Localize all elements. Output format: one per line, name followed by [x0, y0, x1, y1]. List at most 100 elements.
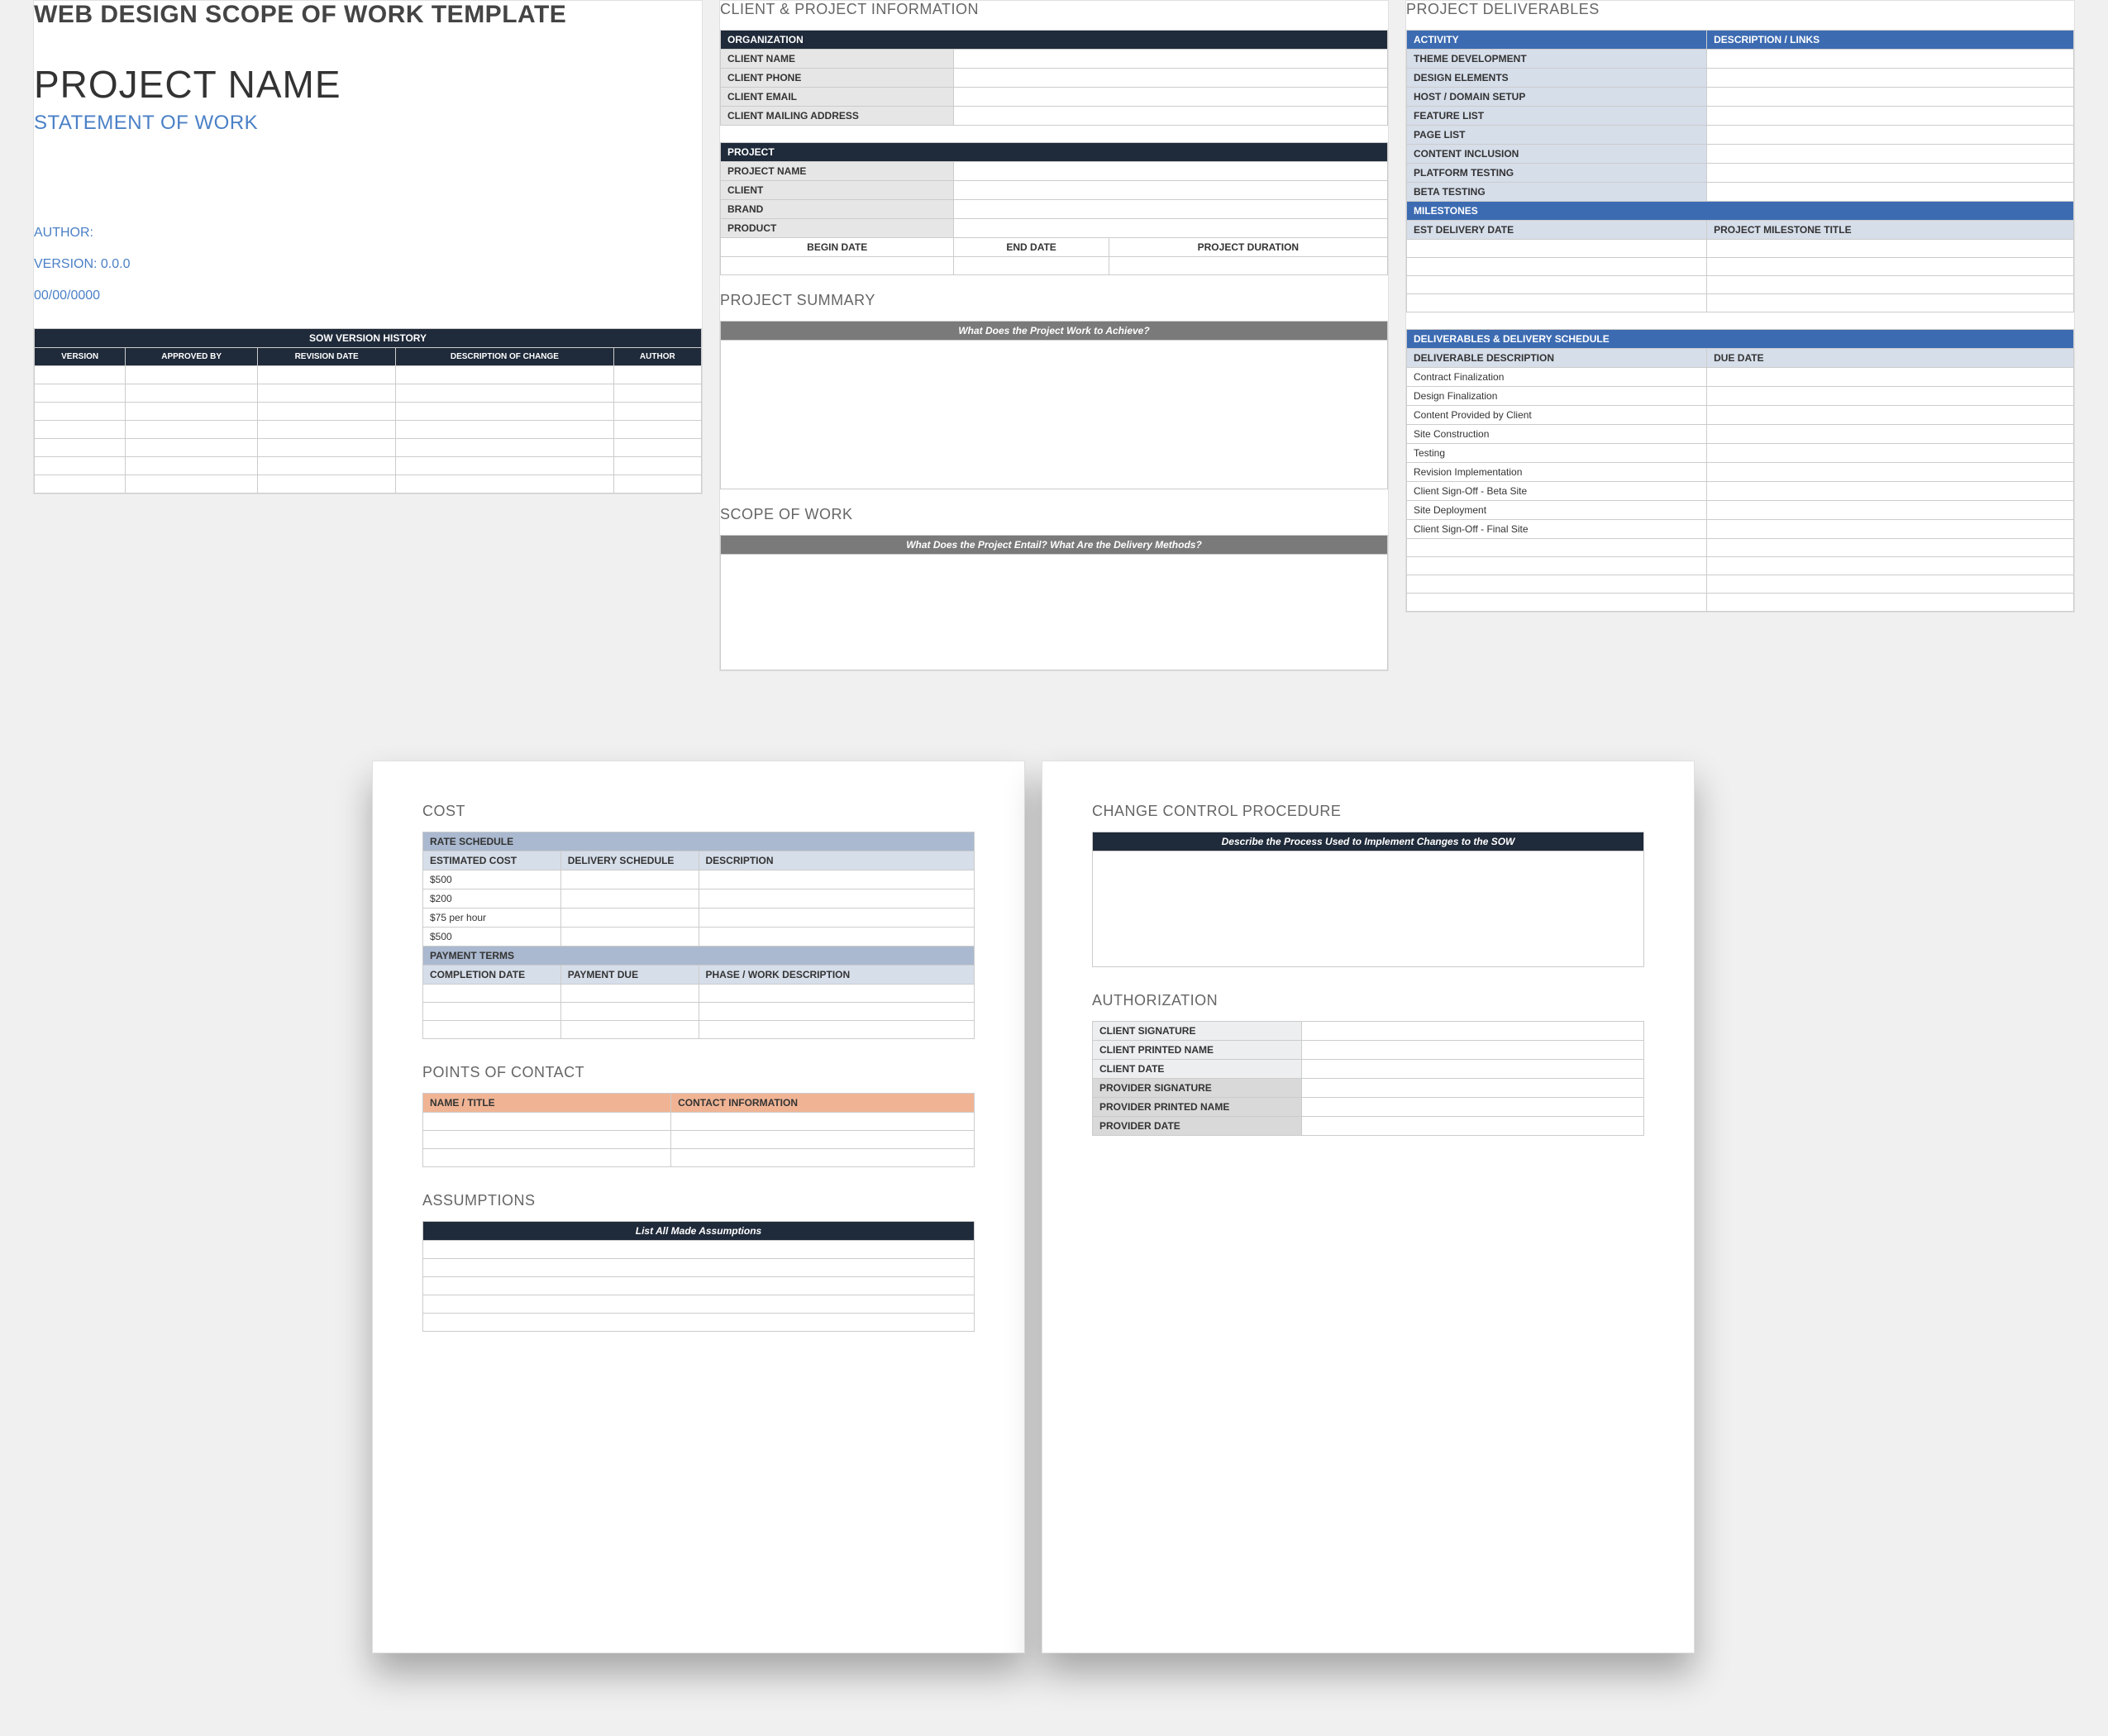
table-row [423, 1113, 975, 1131]
proj-label-0: PROJECT NAME [721, 162, 954, 181]
schedule-row-0: Contract Finalization [1407, 368, 1707, 387]
table-row [721, 341, 1388, 489]
table-row: Client Sign-Off - Final Site [1407, 520, 2074, 539]
table-row: PLATFORM TESTING [1407, 164, 2074, 183]
table-row [423, 1149, 975, 1167]
cost-title: COST [422, 803, 975, 820]
table-row [1407, 539, 2074, 557]
page-4-cost: COST RATE SCHEDULE ESTIMATED COST DELIVE… [372, 761, 1025, 1653]
table-row [1407, 557, 2074, 575]
client-section-title: CLIENT & PROJECT INFORMATION [720, 1, 1388, 18]
auth-label-3: PROVIDER SIGNATURE [1093, 1079, 1302, 1098]
table-row [423, 1259, 975, 1277]
table-row: $500 [423, 928, 975, 947]
schedule-row-3: Site Construction [1407, 425, 1707, 444]
milestone-col-1: PROJECT MILESTONE TITLE [1707, 221, 2074, 240]
contacts-col-0: NAME / TITLE [423, 1094, 671, 1113]
history-col-4: AUTHOR [613, 348, 701, 366]
table-row: CLIENT NAME [721, 50, 1388, 69]
activity-col-1: DESCRIPTION / LINKS [1707, 31, 2074, 50]
rate-row-2: $75 per hour [423, 909, 561, 928]
schedule-col-0: DELIVERABLE DESCRIPTION [1407, 349, 1707, 368]
rate-col-1: DELIVERY SCHEDULE [560, 851, 699, 870]
activity-7: BETA TESTING [1407, 183, 1707, 202]
table-row: Design Finalization [1407, 387, 2074, 406]
deliverables-title: PROJECT DELIVERABLES [1406, 1, 2074, 18]
assumptions-hdr: List All Made Assumptions [423, 1222, 975, 1241]
history-title: SOW VERSION HISTORY [35, 329, 702, 348]
table-row [423, 1277, 975, 1295]
activity-6: PLATFORM TESTING [1407, 164, 1707, 183]
schedule-row-6: Client Sign-Off - Beta Site [1407, 482, 1707, 501]
rate-schedule-table: RATE SCHEDULE ESTIMATED COST DELIVERY SC… [422, 832, 975, 1039]
table-row: CLIENT PHONE [721, 69, 1388, 88]
table-row [423, 1021, 975, 1039]
change-control-table: Describe the Process Used to Implement C… [1092, 832, 1644, 967]
date-col-2: PROJECT DURATION [1109, 238, 1387, 257]
table-row: Revision Implementation [1407, 463, 2074, 482]
table-row: Testing [1407, 444, 2074, 463]
rate-hdr: RATE SCHEDULE [423, 832, 975, 851]
table-row: BRAND [721, 200, 1388, 219]
proj-label-1: CLIENT [721, 181, 954, 200]
table-row [35, 403, 702, 421]
activity-4: PAGE LIST [1407, 126, 1707, 145]
table-row: CLIENT MAILING ADDRESS [721, 107, 1388, 126]
activity-3: FEATURE LIST [1407, 107, 1707, 126]
table-row: $200 [423, 889, 975, 909]
rate-col-0: ESTIMATED COST [423, 851, 561, 870]
table-row [423, 1295, 975, 1314]
project-summary-table: What Does the Project Work to Achieve? [720, 321, 1388, 489]
activity-0: THEME DEVELOPMENT [1407, 50, 1707, 69]
contacts-col-1: CONTACT INFORMATION [671, 1094, 975, 1113]
table-row [423, 1003, 975, 1021]
auth-label-4: PROVIDER PRINTED NAME [1093, 1098, 1302, 1117]
template-title: WEB DESIGN SCOPE OF WORK TEMPLATE [34, 1, 702, 29]
project-table: PROJECT PROJECT NAME CLIENT BRAND PRODUC… [720, 142, 1388, 275]
table-row: CLIENT PRINTED NAME [1093, 1041, 1644, 1060]
table-row [35, 457, 702, 475]
table-row: CLIENT EMAIL [721, 88, 1388, 107]
schedule-col-1: DUE DATE [1707, 349, 2074, 368]
date-label: 00/00/0000 [34, 289, 702, 303]
date-col-1: END DATE [954, 238, 1109, 257]
change-hdr: Describe the Process Used to Implement C… [1093, 832, 1644, 851]
table-row: PROVIDER PRINTED NAME [1093, 1098, 1644, 1117]
org-label-1: CLIENT PHONE [721, 69, 954, 88]
table-row [35, 475, 702, 494]
table-row [721, 555, 1388, 670]
payment-hdr: PAYMENT TERMS [423, 947, 975, 966]
table-row [1093, 851, 1644, 967]
table-row [721, 257, 1388, 275]
table-row [35, 366, 702, 384]
schedule-row-5: Revision Implementation [1407, 463, 1707, 482]
project-header: PROJECT [721, 143, 1388, 162]
table-row: Contract Finalization [1407, 368, 2074, 387]
table-row [1407, 276, 2074, 294]
scope-of-work-table: What Does the Project Entail? What Are t… [720, 535, 1388, 670]
assumptions-table: List All Made Assumptions [422, 1221, 975, 1332]
scope-hdr: What Does the Project Entail? What Are t… [721, 536, 1388, 555]
rate-row-0: $500 [423, 870, 561, 889]
table-row [423, 985, 975, 1003]
rate-col-2: DESCRIPTION [699, 851, 975, 870]
org-label-0: CLIENT NAME [721, 50, 954, 69]
schedule-row-7: Site Deployment [1407, 501, 1707, 520]
page-5-change-auth: CHANGE CONTROL PROCEDURE Describe the Pr… [1042, 761, 1695, 1653]
table-row [1407, 294, 2074, 312]
table-row: THEME DEVELOPMENT [1407, 50, 2074, 69]
table-row: Site Deployment [1407, 501, 2074, 520]
table-row: CLIENT DATE [1093, 1060, 1644, 1079]
table-row: Content Provided by Client [1407, 406, 2074, 425]
assumptions-title: ASSUMPTIONS [422, 1192, 975, 1209]
date-col-0: BEGIN DATE [721, 238, 954, 257]
activity-2: HOST / DOMAIN SETUP [1407, 88, 1707, 107]
authorization-table: CLIENT SIGNATURE CLIENT PRINTED NAME CLI… [1092, 1021, 1644, 1136]
milestone-col-0: EST DELIVERY DATE [1407, 221, 1707, 240]
table-row [423, 1131, 975, 1149]
schedule-row-4: Testing [1407, 444, 1707, 463]
payment-col-0: COMPLETION DATE [423, 966, 561, 985]
table-row: PRODUCT [721, 219, 1388, 238]
org-label-2: CLIENT EMAIL [721, 88, 954, 107]
auth-label-5: PROVIDER DATE [1093, 1117, 1302, 1136]
